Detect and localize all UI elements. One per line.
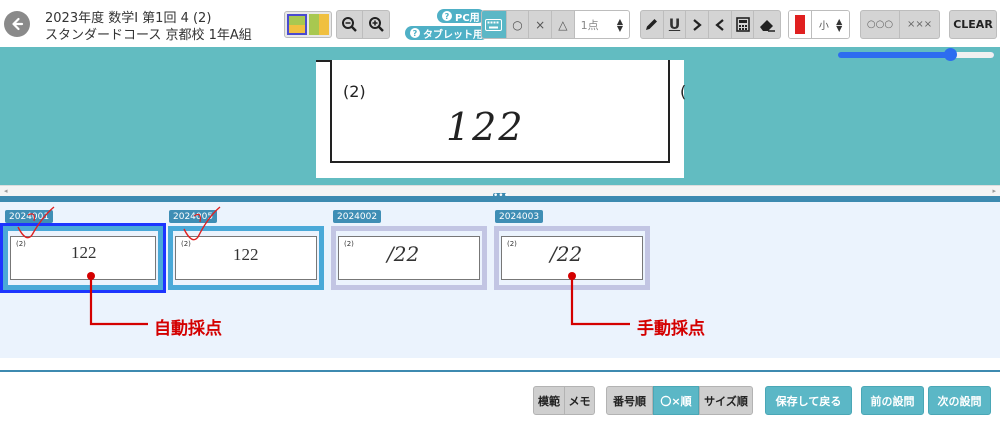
pc-mode-badge[interactable]: ? PC用 <box>437 9 485 24</box>
points-select[interactable]: 1点 ▲ ▼ <box>574 11 629 38</box>
back-button[interactable] <box>4 11 30 37</box>
keyboard-button[interactable] <box>482 11 507 38</box>
handwritten-answer: /22 <box>387 242 420 266</box>
answer-text: 122 <box>233 245 259 264</box>
scroll-left-icon[interactable]: ◂ <box>4 187 8 195</box>
eraser-icon <box>759 19 775 32</box>
student-id-tag: 2024003 <box>495 210 544 223</box>
drag-handle-icon[interactable]: ••• <box>493 192 509 202</box>
page-subtitle: スタンダードコース 京都校 1年A組 <box>45 28 252 43</box>
eraser-button[interactable] <box>754 11 780 38</box>
pen-button[interactable] <box>641 11 664 38</box>
sort-by-mark-button[interactable]: 〇×順 <box>653 386 699 415</box>
underline-button[interactable]: U <box>664 11 687 38</box>
arrow-left-icon <box>12 17 24 31</box>
auto-grading-label: 自動採点 <box>154 319 222 339</box>
sort-by-size-button[interactable]: サイズ順 <box>699 386 753 415</box>
reference-group: 模範 メモ <box>533 386 595 415</box>
next-question-button[interactable]: 次の設問 <box>928 386 991 415</box>
split-horizontal-icon <box>287 14 307 35</box>
chevron-right-button[interactable] <box>686 11 710 38</box>
pen-style-group: 小 ▲ ▼ <box>788 10 850 39</box>
help-icon: ? <box>442 11 452 21</box>
bulk-mark-group: ○○○ ××× <box>860 10 940 39</box>
model-answer-button[interactable]: 模範 <box>533 386 565 415</box>
drawing-tools-group: U <box>640 10 781 39</box>
updown-icon: ▲ ▼ <box>616 16 624 33</box>
pen-size-select[interactable]: 小 ▲ ▼ <box>812 11 849 38</box>
mark-triangle-button[interactable]: △ <box>552 11 575 38</box>
chevron-left-icon <box>715 18 724 31</box>
answer-image: (2) 122 ( <box>316 60 686 178</box>
calculator-button[interactable] <box>732 11 755 38</box>
correct-check-icon <box>17 206 55 239</box>
updown-icon: ▲ ▼ <box>836 16 843 33</box>
sort-group: 番号順 〇×順 サイズ順 <box>606 386 753 415</box>
mark-group: ○ × △ 1点 ▲ ▼ <box>481 10 630 39</box>
previous-question-button[interactable]: 前の設問 <box>861 386 924 415</box>
zoom-in-button[interactable] <box>363 11 389 38</box>
zoom-out-button[interactable] <box>337 11 364 38</box>
zoom-out-icon <box>342 17 357 32</box>
answer-list-panel: 2024001 (2) 122 2024005 (2) 122 2024002 … <box>0 202 1000 358</box>
answer-thumbnail[interactable]: (2) /22 <box>331 226 487 290</box>
scroll-right-icon[interactable]: ▸ <box>992 187 996 195</box>
pen-color-button[interactable] <box>789 11 813 38</box>
mark-all-wrong-button[interactable]: ××× <box>900 11 939 38</box>
mark-circle-button[interactable]: ○ <box>507 11 530 38</box>
question-label: (2) <box>343 82 366 101</box>
student-id-tag: 2024002 <box>333 210 382 223</box>
top-toolbar: 2023年度 数学Ⅰ 第1回 4 (2) スタンダードコース 京都校 1年A組 … <box>0 0 1000 50</box>
zoom-slider[interactable] <box>838 48 994 61</box>
keyboard-icon <box>485 18 503 31</box>
split-vertical-icon <box>309 14 329 35</box>
chevron-left-button[interactable] <box>709 11 732 38</box>
chevron-right-icon <box>693 18 702 31</box>
pen-icon <box>646 19 658 30</box>
color-swatch <box>795 15 806 34</box>
clear-button[interactable]: CLEAR <box>949 10 997 39</box>
mark-all-correct-button[interactable]: ○○○ <box>861 11 901 38</box>
correct-check-icon <box>183 206 221 241</box>
zoom-in-icon <box>368 17 384 32</box>
save-and-back-button[interactable]: 保存して戻る <box>765 386 852 415</box>
manual-grading-label: 手動採点 <box>637 319 705 339</box>
slider-handle[interactable] <box>944 48 957 61</box>
help-icon: ? <box>410 28 420 38</box>
mark-cross-button[interactable]: × <box>529 11 552 38</box>
handwritten-answer: 122 <box>446 105 525 149</box>
answer-text: 122 <box>71 243 97 262</box>
handwritten-answer: /22 <box>550 242 583 266</box>
tablet-mode-badge[interactable]: ? タブレット用 <box>405 26 488 41</box>
memo-button[interactable]: メモ <box>565 386 595 415</box>
sort-by-number-button[interactable]: 番号順 <box>606 386 653 415</box>
footer-divider <box>0 370 1000 372</box>
calculator-icon <box>735 17 750 32</box>
answer-viewer: (2) 122 ( <box>0 47 1000 185</box>
zoom-group <box>336 10 390 39</box>
layout-toggle-button[interactable] <box>284 11 332 38</box>
